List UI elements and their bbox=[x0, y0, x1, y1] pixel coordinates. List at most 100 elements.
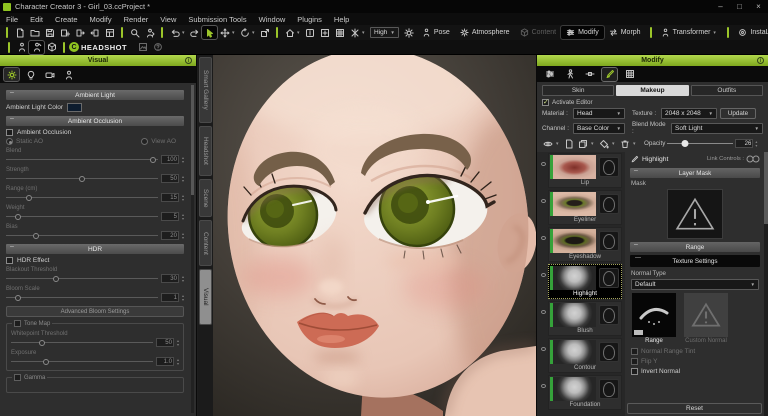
character-settings-icon[interactable] bbox=[61, 68, 76, 81]
normal-type-dropdown[interactable]: Default bbox=[631, 279, 759, 290]
undo-button[interactable] bbox=[167, 26, 182, 39]
layer-visibility-icon[interactable] bbox=[541, 236, 546, 240]
tab-makeup[interactable]: Makeup bbox=[616, 85, 688, 96]
scale-tool-button[interactable] bbox=[257, 26, 272, 39]
redo-button[interactable] bbox=[187, 26, 202, 39]
quality-dropdown[interactable]: High bbox=[370, 27, 399, 38]
transformer-caret[interactable]: ▾ bbox=[713, 30, 718, 36]
ao-range-cm--handle[interactable] bbox=[26, 195, 32, 201]
menu-modify[interactable]: Modify bbox=[84, 13, 118, 25]
blend-mode-dropdown[interactable]: Soft Light bbox=[671, 123, 763, 134]
content-search-button[interactable] bbox=[127, 26, 142, 39]
layer-mask-thumbnail[interactable] bbox=[599, 379, 619, 399]
tonemap-exposure-value[interactable]: 1.0 bbox=[156, 357, 174, 366]
reset-button[interactable]: Reset bbox=[627, 403, 762, 414]
menu-view[interactable]: View bbox=[154, 13, 182, 25]
hdr-section-header[interactable]: HDR bbox=[6, 244, 184, 254]
layer-mask-thumbnail[interactable] bbox=[599, 342, 619, 362]
material-tab-icon[interactable] bbox=[622, 68, 637, 81]
lighting-button[interactable] bbox=[402, 26, 417, 39]
hdr-blackout-threshold-handle[interactable] bbox=[53, 276, 59, 282]
tonemap-exposure-spinner[interactable] bbox=[177, 358, 179, 365]
static-ao-radio[interactable] bbox=[6, 138, 13, 145]
layer-item-highlight[interactable]: Highlight bbox=[548, 264, 622, 299]
ambient-light-color-swatch[interactable] bbox=[67, 103, 82, 112]
menu-edit[interactable]: Edit bbox=[24, 13, 49, 25]
headshot-label[interactable]: HEADSHOT bbox=[81, 43, 127, 52]
tonemap-whitepoint-threshold-slider[interactable] bbox=[11, 339, 153, 347]
panel-menu-icon[interactable]: i bbox=[185, 57, 192, 64]
hdr-blackout-threshold-spinner[interactable] bbox=[182, 275, 184, 282]
save-as-button[interactable] bbox=[57, 26, 72, 39]
menu-render[interactable]: Render bbox=[118, 13, 155, 25]
ao-range-cm--spinner[interactable] bbox=[182, 194, 184, 201]
fill-layer-icon[interactable] bbox=[598, 138, 610, 149]
ao-blend-slider[interactable] bbox=[6, 156, 158, 164]
new-project-button[interactable] bbox=[12, 26, 27, 39]
ambient-light-section-header[interactable]: Ambient Light bbox=[6, 90, 184, 100]
ao-bias-spinner[interactable] bbox=[182, 232, 184, 239]
instalod-button[interactable]: InstaLOD▾ bbox=[733, 26, 768, 39]
ao-weight-handle[interactable] bbox=[15, 214, 21, 220]
panel-menu-icon[interactable]: i bbox=[757, 57, 764, 64]
texture-settings-header[interactable]: Texture Settings bbox=[630, 255, 760, 267]
display-settings-tab-icon[interactable] bbox=[4, 68, 19, 81]
right-panel-scrollbar[interactable] bbox=[764, 152, 768, 416]
maximize-button[interactable]: □ bbox=[730, 0, 749, 13]
layer-item-eyeshadow[interactable]: Eyeshadow bbox=[548, 227, 622, 262]
invert-normal-checkbox[interactable] bbox=[631, 368, 638, 375]
channel-dropdown[interactable]: Base Color bbox=[573, 123, 625, 134]
ao-blend-value[interactable]: 100 bbox=[161, 155, 179, 164]
ao-blend-handle[interactable] bbox=[150, 157, 156, 163]
view-ao-radio[interactable] bbox=[141, 138, 148, 145]
layer-item-eyeliner[interactable]: Eyeliner bbox=[548, 190, 622, 225]
tonemap-exposure-slider[interactable] bbox=[11, 358, 153, 366]
appearance-tab-icon[interactable] bbox=[602, 68, 617, 81]
tonemap-whitepoint-threshold-value[interactable]: 50 bbox=[156, 338, 174, 347]
ao-strength-spinner[interactable] bbox=[182, 175, 184, 182]
opacity-value[interactable]: 26 bbox=[735, 139, 753, 148]
tone-map-checkbox[interactable] bbox=[14, 320, 21, 327]
morph-button[interactable]: Morph bbox=[604, 26, 646, 39]
project-settings-button[interactable] bbox=[102, 26, 117, 39]
grid-button[interactable] bbox=[332, 26, 347, 39]
layer-item-blush[interactable]: Blush bbox=[548, 301, 622, 336]
menu-submission-tools[interactable]: Submission Tools bbox=[182, 13, 252, 25]
ao-strength-value[interactable]: 50 bbox=[161, 174, 179, 183]
import-button[interactable] bbox=[87, 26, 102, 39]
layer-visibility-icon[interactable] bbox=[541, 199, 546, 203]
layer-item-contour[interactable]: Contour bbox=[548, 338, 622, 373]
side-tab-visual[interactable]: Visual bbox=[199, 269, 212, 325]
layer-mask-thumbnail[interactable] bbox=[599, 268, 619, 288]
layer-mask-section-header[interactable]: Layer Mask bbox=[630, 168, 760, 178]
content-button[interactable]: Content bbox=[515, 26, 562, 39]
delete-caret[interactable]: ▾ bbox=[633, 141, 638, 147]
ambient-occlusion-section-header[interactable]: Ambient Occlusion bbox=[6, 116, 184, 126]
ao-weight-spinner[interactable] bbox=[182, 213, 184, 220]
advanced-bloom-settings-button[interactable]: Advanced Bloom Settings bbox=[6, 306, 184, 317]
layer-visibility-icon[interactable] bbox=[541, 310, 546, 314]
modify-button[interactable]: Modify bbox=[561, 26, 604, 39]
select-tool-button[interactable] bbox=[202, 26, 217, 39]
gamma-checkbox[interactable] bbox=[14, 374, 21, 381]
pose-button[interactable]: Pose bbox=[417, 26, 455, 39]
mask-thumbnail[interactable] bbox=[667, 189, 723, 239]
hdr-bloom-scale-value[interactable]: 1 bbox=[161, 293, 179, 302]
ao-strength-slider[interactable] bbox=[6, 175, 158, 183]
tab-outfits[interactable]: Outfits bbox=[691, 85, 763, 96]
hdr-effect-checkbox[interactable] bbox=[6, 257, 13, 264]
menu-create[interactable]: Create bbox=[49, 13, 84, 25]
tonemap-exposure-handle[interactable] bbox=[43, 359, 49, 365]
open-project-button[interactable] bbox=[27, 26, 42, 39]
rotate-tool-button[interactable] bbox=[237, 26, 252, 39]
headshot-mode-button[interactable] bbox=[29, 41, 44, 54]
layer-mask-thumbnail[interactable] bbox=[599, 231, 619, 251]
layer-visibility-icon[interactable] bbox=[541, 273, 546, 277]
update-button[interactable]: Update bbox=[720, 108, 756, 119]
menu-window[interactable]: Window bbox=[253, 13, 292, 25]
delete-layer-icon[interactable] bbox=[619, 138, 631, 149]
gizmo-dropdown-caret[interactable]: ▾ bbox=[362, 30, 367, 36]
ao-bias-value[interactable]: 20 bbox=[161, 231, 179, 240]
opacity-slider[interactable] bbox=[667, 140, 733, 148]
viewport-3d[interactable] bbox=[213, 55, 536, 416]
